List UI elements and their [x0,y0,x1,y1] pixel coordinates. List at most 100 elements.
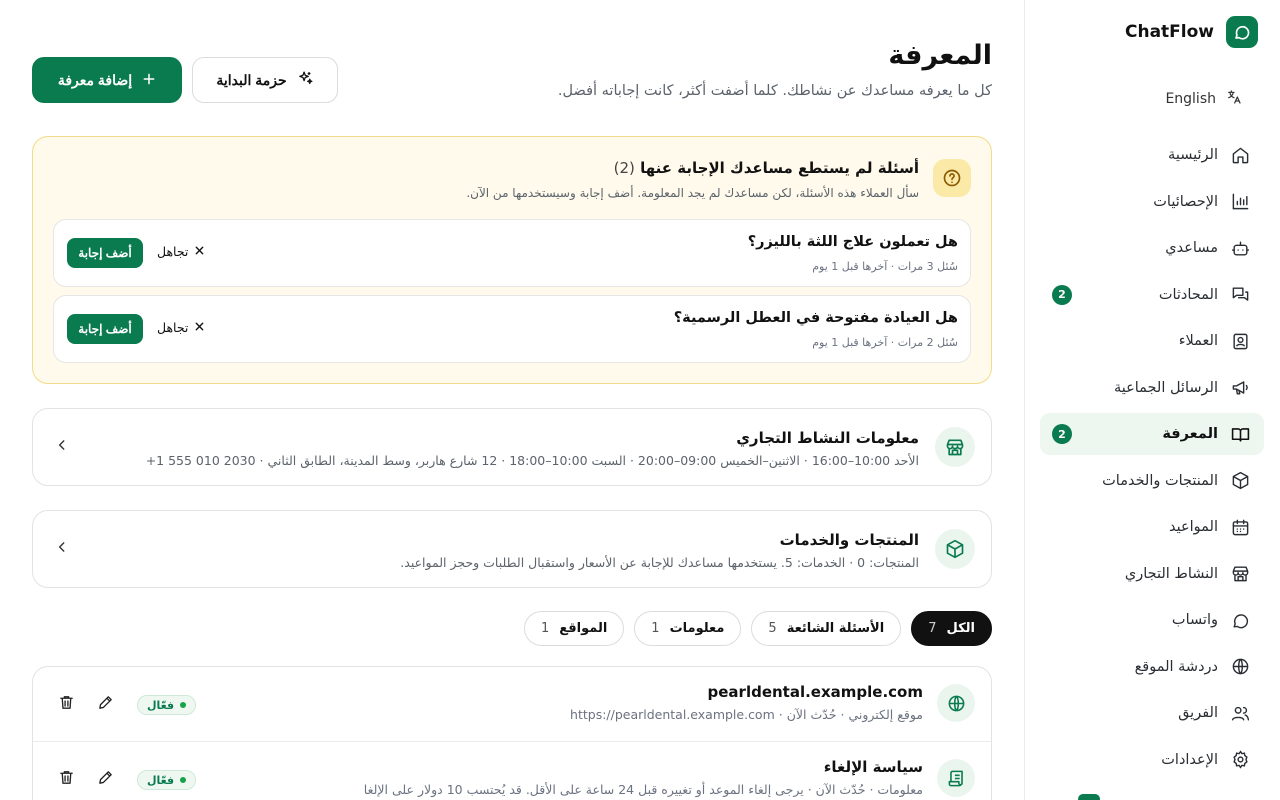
chart-icon [1230,192,1250,212]
main-content: المعرفة كل ما يعرفه مساعدك عن نشاطك. كلم… [32,0,992,800]
sidebar-item-business[interactable]: النشاط التجاري [1040,553,1264,595]
sidebar-item-label: الإعدادات [1161,751,1218,768]
status-badge: فعّال [137,770,197,790]
products-info-title: المنتجات والخدمات [779,531,919,549]
entry-title: سياسة الإلغاء [823,758,923,776]
sidebar-nav: الرئيسية الإحصائيات مساعدي المحادثات 2 ا… [1040,134,1264,785]
sidebar-item-customers[interactable]: العملاء [1040,320,1264,362]
knowledge-entry-row[interactable]: pearldental.example.com موقع إلكتروني · … [33,667,991,741]
chat-icon [1230,285,1250,305]
document-icon [937,759,975,797]
brand-name: ChatFlow [1124,22,1214,42]
sidebar-item-knowledge[interactable]: المعرفة 2 [1040,413,1264,455]
entry-meta: موقع إلكتروني · حُدّث الآن · https://pea… [570,707,923,722]
sidebar-item-assistant[interactable]: مساعدي [1040,227,1264,269]
sidebar-item-appointments[interactable]: المواعيد [1040,506,1264,548]
sidebar-item-analytics[interactable]: الإحصائيات [1040,181,1264,223]
sidebar-item-label: المنتجات والخدمات [1102,472,1218,489]
entry-updated: حُدّث الآن [786,707,837,722]
trash-icon[interactable] [58,694,75,715]
pencil-icon[interactable] [97,694,114,715]
chat-bubble-logo-icon [1226,16,1258,48]
sidebar-item-label: النشاط التجاري [1124,565,1218,582]
sidebar-item-settings[interactable]: الإعدادات [1040,739,1264,781]
package-icon [935,529,975,569]
count-badge: 2 [1052,424,1072,444]
filter-label: الكل [946,621,975,636]
scroll-cutoff-badge [1078,794,1100,800]
entry-updated: حُدّث الآن [815,782,866,797]
ignore-label: تجاهل [157,244,189,259]
page-title: المعرفة [888,40,992,71]
filter-label: معلومات [669,621,725,636]
bot-icon [1230,238,1250,258]
sidebar-item-label: الإحصائيات [1153,193,1218,210]
sidebar: ChatFlow English الرئيسية الإحصائيات مسا… [1024,0,1280,800]
page-subtitle: كل ما يعرفه مساعدك عن نشاطك. كلما أضفت أ… [557,83,992,99]
entry-detail: يرجى إلغاء الموعد أو تغييره قبل 24 ساعة … [363,782,804,797]
filter-count: 5 [768,621,777,636]
add-knowledge-button[interactable]: إضافة معرفة [32,57,182,103]
ignore-button[interactable]: تجاهل [157,244,205,259]
entry-type: معلومات [877,782,923,797]
sidebar-item-label: المواعيد [1169,519,1218,535]
filter-info[interactable]: معلومات 1 [634,611,742,646]
entry-meta: معلومات · حُدّث الآن · يرجى إلغاء الموعد… [363,782,923,797]
unanswered-description: سأل العملاء هذه الأسئلة، لكن مساعدك لم ي… [466,186,919,200]
filter-count: 1 [540,621,550,636]
status-dot [180,777,187,783]
brand[interactable]: ChatFlow [1047,16,1258,48]
calendar-icon [1230,517,1250,537]
pencil-icon[interactable] [97,769,114,790]
megaphone-icon [1230,378,1250,398]
unread-badge: 2 [1052,284,1072,305]
translate-icon [1226,89,1242,109]
status-label: فعّال [147,773,175,787]
question-text: هل العيادة مفتوحة في العطل الرسمية؟ [673,310,958,326]
sidebar-item-web-chat[interactable]: دردشة الموقع [1040,646,1264,688]
question-meta: سُئل 2 مرات · آخرها قبل 1 يوم [812,336,958,349]
question-meta: سُئل 3 مرات · آخرها قبل 1 يوم [812,260,958,273]
sidebar-item-label: العملاء [1178,333,1218,349]
contact-icon [1230,331,1250,351]
sidebar-item-whatsapp[interactable]: واتساب [1040,599,1264,641]
knowledge-list: pearldental.example.com موقع إلكتروني · … [32,666,992,800]
filter-all[interactable]: الكل 7 [911,611,992,646]
entry-detail: https://pearldental.example.com [570,707,775,722]
products-info-card[interactable]: المنتجات والخدمات المنتجات: 0 · الخدمات:… [32,510,992,588]
sidebar-item-home[interactable]: الرئيسية [1040,134,1264,176]
sidebar-item-products[interactable]: المنتجات والخدمات [1040,460,1264,502]
filter-tabs: الكل 7 الأسئلة الشائعة 5 معلومات 1 الموا… [523,611,992,646]
business-info-card[interactable]: معلومات النشاط التجاري الأحد 10:00–16:00… [32,408,992,486]
sparkles-icon [297,70,314,90]
add-answer-button[interactable]: أضف إجابة [67,314,143,344]
close-icon [194,244,205,259]
ignore-button[interactable]: تجاهل [157,320,205,335]
add-knowledge-label: إضافة معرفة [57,71,133,88]
store-icon [1230,564,1250,584]
plus-icon [142,72,156,89]
chevron-left-icon [55,437,69,456]
starter-pack-label: حزمة البداية [216,71,287,88]
trash-icon[interactable] [58,769,75,790]
knowledge-entry-row[interactable]: سياسة الإلغاء معلومات · حُدّث الآن · يرج… [33,741,991,800]
sidebar-item-label: الرسائل الجماعية [1113,379,1218,396]
status-label: فعّال [147,698,175,712]
status-dot [180,702,187,708]
globe-icon [1230,657,1250,677]
starter-pack-button[interactable]: حزمة البداية [192,57,338,103]
sidebar-item-broadcasts[interactable]: الرسائل الجماعية [1040,367,1264,409]
language-switcher[interactable]: English [1165,88,1242,110]
entry-title: pearldental.example.com [707,683,923,701]
filter-label: المواقع [559,621,608,636]
unanswered-question-card: هل العيادة مفتوحة في العطل الرسمية؟ سُئل… [53,295,971,363]
sidebar-item-label: مساعدي [1165,240,1218,256]
sidebar-item-team[interactable]: الفريق [1040,692,1264,734]
filter-faq[interactable]: الأسئلة الشائعة 5 [751,611,902,646]
sidebar-item-conversations[interactable]: المحادثات 2 [1040,274,1264,316]
gear-icon [1230,750,1250,770]
filter-websites[interactable]: المواقع 1 [523,611,625,646]
close-icon [194,320,205,335]
add-answer-button[interactable]: أضف إجابة [67,238,143,268]
unanswered-question-card: هل تعملون علاج اللثة بالليزر؟ سُئل 3 مرا… [53,219,971,287]
